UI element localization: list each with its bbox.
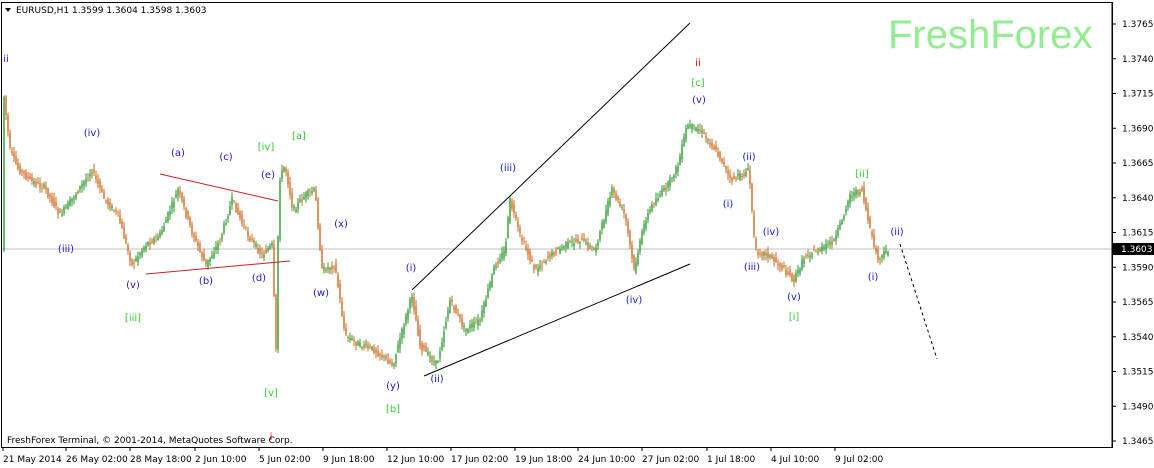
copyright-text: FreshForex Terminal, © 2001-2014, MetaQu…: [7, 436, 293, 446]
price-tick-label: 1.3490: [1122, 402, 1154, 412]
price-tick-label: 1.3765: [1122, 20, 1154, 30]
wave-label-blue: (iii): [744, 262, 760, 273]
wave-label-green: [iv]: [258, 142, 275, 153]
wave-label-blue: (i): [406, 263, 417, 274]
time-tick-label: 9 Jun 18:00: [323, 455, 375, 465]
time-tick-label: 21 May 2014: [3, 455, 62, 465]
price-tick-label: 1.3740: [1122, 55, 1154, 65]
wave-label-blue: (ii): [742, 152, 755, 163]
wave-label-blue: (v): [787, 292, 801, 303]
time-tick-label: 12 Jun 10:00: [387, 455, 444, 465]
symbol-header: EURUSD,H1 1.3599 1.3604 1.3598 1.3603: [16, 6, 207, 16]
time-tick-label: 17 Jun 02:00: [451, 455, 508, 465]
current-price-marker: 1.3603: [1113, 243, 1154, 255]
wave-label-blue: (iv): [84, 128, 101, 139]
price-chart[interactable]: EURUSD,H1 1.3599 1.3604 1.3598 1.3603 Fr…: [0, 0, 1154, 468]
plot-frame: [1, 2, 1113, 448]
time-tick-label: 1 Jul 18:00: [707, 455, 756, 465]
price-tick-label: 1.3715: [1122, 90, 1154, 100]
price-tick-label: 1.3465: [1122, 437, 1154, 447]
wave-label-blue: ii: [3, 54, 9, 65]
wave-label-red: ii: [695, 58, 701, 69]
wave-label-blue: (i): [723, 199, 734, 210]
wave-label-blue: (w): [313, 288, 329, 299]
wave-label-blue: (d): [252, 273, 266, 284]
wave-label-green: [a]: [292, 131, 306, 142]
wave-label-blue: (v): [692, 95, 706, 106]
brand-watermark: FreshForex: [888, 13, 1093, 57]
time-tick-label: 9 Jul 02:00: [835, 455, 884, 465]
wave-label-green: [iii]: [125, 313, 141, 324]
price-axis: 1.3765 1.3740 1.3715 1.3690 1.3665 1.3640 1.36…: [1111, 2, 1154, 447]
wave-label-blue: (y): [386, 381, 400, 392]
wave-label-blue: (iii): [58, 244, 74, 255]
price-tick-label: 1.3615: [1122, 229, 1154, 239]
wave-label-blue: (iv): [763, 227, 780, 238]
time-tick-label: 28 May 18:00: [130, 455, 192, 465]
wave-label-blue: (c): [219, 152, 232, 163]
time-tick-label: 5 Jun 02:00: [259, 455, 311, 465]
wave-label-blue: (i): [868, 272, 879, 283]
wave-label-blue: (e): [261, 170, 275, 181]
wave-label-blue: (iii): [500, 163, 516, 174]
wave-label-blue: (x): [334, 219, 348, 230]
time-tick-label: 19 Jun 18:00: [515, 455, 572, 465]
time-tick-label: 27 Jun 02:00: [642, 455, 699, 465]
wave-label-green: [i]: [789, 312, 800, 323]
svg-text:1.3603: 1.3603: [1121, 245, 1153, 255]
wave-label-blue: (ii): [430, 374, 443, 385]
wave-label-blue: (b): [199, 276, 213, 287]
time-tick-label: 26 May 02:00: [66, 455, 128, 465]
wave-label-green: [c]: [691, 78, 704, 89]
wave-label-blue: (iv): [626, 295, 643, 306]
wave-label-green: [b]: [386, 404, 400, 415]
wave-label-blue: (a): [171, 148, 185, 159]
wave-label-blue: (ii): [890, 227, 903, 238]
wave-label-green: [ii]: [855, 169, 868, 180]
price-tick-label: 1.3590: [1122, 263, 1154, 273]
price-tick-label: 1.3640: [1122, 194, 1154, 204]
time-tick-label: 4 Jul 10:00: [771, 455, 820, 465]
price-tick-label: 1.3665: [1122, 159, 1154, 169]
time-axis: 21 May 2014 26 May 02:00 28 May 18:00 2 Jun…: [2, 447, 884, 465]
price-tick-label: 1.3690: [1122, 124, 1154, 134]
price-tick-label: 1.3515: [1122, 368, 1154, 378]
wave-label-green: [v]: [264, 388, 278, 399]
wave-label-blue: (v): [126, 280, 140, 291]
price-tick-label: 1.3540: [1122, 333, 1154, 343]
time-tick-label: 2 Jun 10:00: [195, 455, 247, 465]
time-tick-label: 24 Jun 10:00: [578, 455, 635, 465]
price-tick-label: 1.3565: [1122, 298, 1154, 308]
